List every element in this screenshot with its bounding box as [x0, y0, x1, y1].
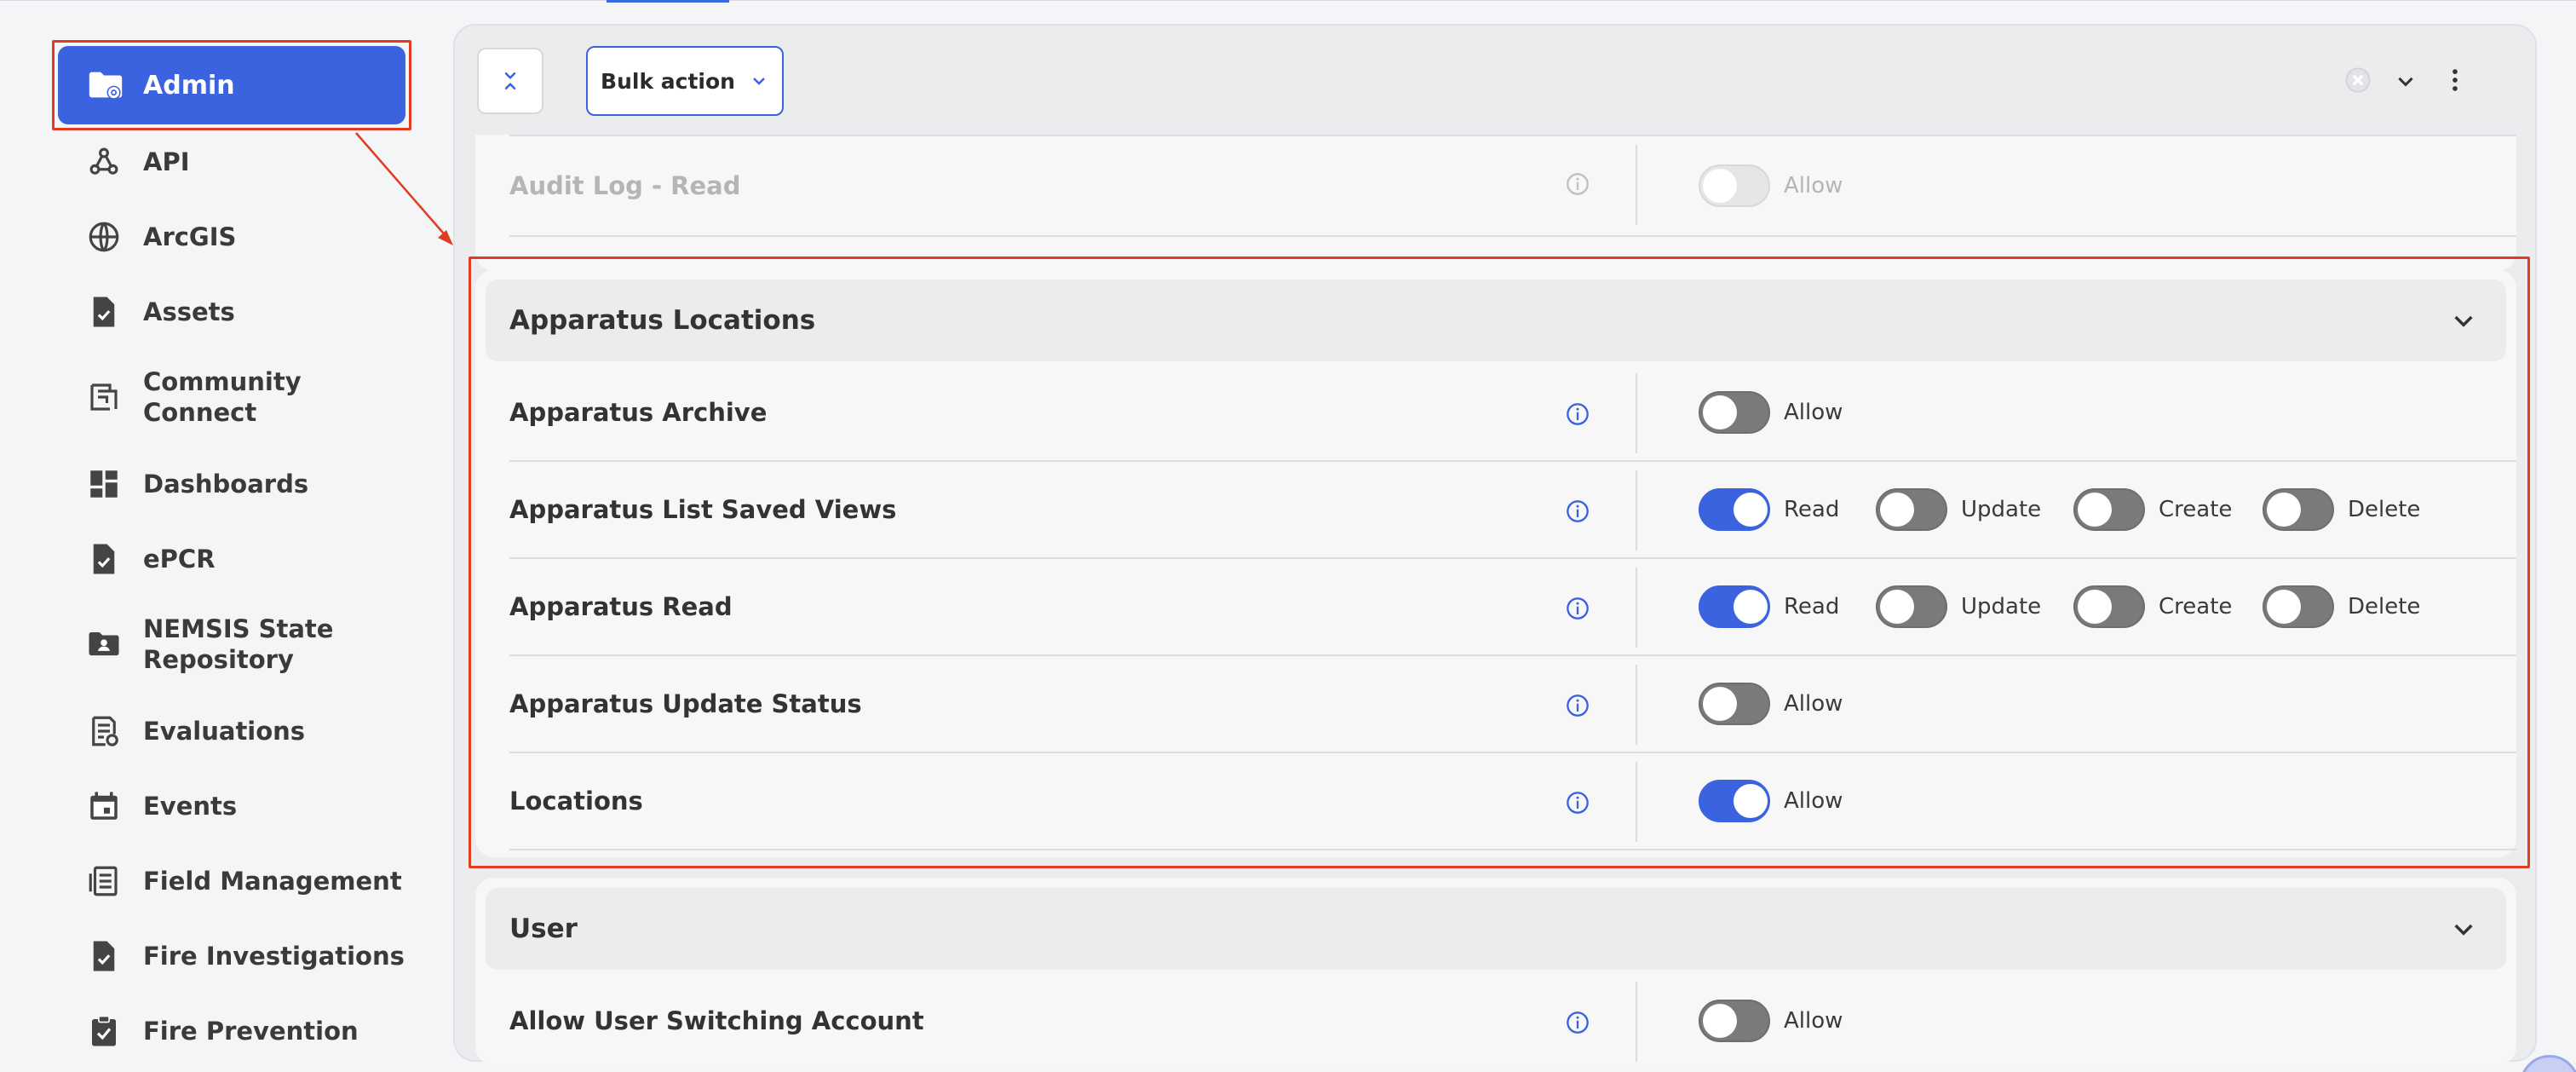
row-divider	[1636, 145, 1637, 225]
sidebar-item-epcr[interactable]: ePCR	[85, 540, 409, 578]
globe-icon	[85, 218, 123, 256]
user-section: User Allow User Switching Account Allow	[475, 878, 2516, 1065]
permission-label: Allow User Switching Account	[509, 1006, 924, 1035]
apparatus-highlight-box	[469, 256, 2530, 868]
label-line-2: Connect	[143, 398, 257, 427]
label-line-1: NEMSIS State	[143, 614, 334, 643]
sidebar-item-label: Assets	[143, 297, 235, 326]
sidebar-item-field-management[interactable]: Field Management	[85, 862, 409, 900]
sidebar-item-label: ePCR	[143, 545, 216, 573]
folder-gear-icon	[85, 65, 126, 106]
more-options-icon[interactable]	[2433, 58, 2477, 102]
sidebar-item-label: Dashboards	[143, 470, 309, 499]
clear-icon[interactable]	[2336, 58, 2380, 102]
audit-section: Audit Log - Read Allow	[475, 135, 2516, 271]
sidebar-item-fire-investigations[interactable]: Fire Investigations	[85, 937, 409, 975]
sidebar-item-label: ArcGIS	[143, 222, 237, 251]
sidebar-item-events[interactable]: Events	[85, 787, 409, 825]
chevron-down-icon[interactable]	[2450, 915, 2477, 942]
bulk-action-label: Bulk action	[601, 68, 735, 94]
toggle-knob	[1703, 169, 1737, 203]
sidebar-item-label: Events	[143, 792, 238, 821]
sidebar-item-admin[interactable]: Admin	[58, 46, 405, 124]
sidebar-item-label: Field Management	[143, 867, 402, 896]
permission-label: Audit Log - Read	[509, 171, 741, 200]
webhook-icon	[85, 143, 123, 181]
info-icon[interactable]	[1566, 1011, 1590, 1035]
avatar[interactable]	[2520, 1055, 2576, 1072]
collapse-icon	[504, 72, 516, 89]
file-check-icon	[85, 293, 123, 331]
sidebar-item-label: Community Connect	[143, 366, 302, 428]
allow-toggle[interactable]	[1699, 164, 1770, 207]
sidebar-item-label: Fire Investigations	[143, 942, 405, 971]
toggle-label: Allow	[1784, 173, 1843, 199]
bulk-action-button[interactable]: Bulk action	[586, 46, 784, 116]
toggle-knob	[1703, 1004, 1737, 1038]
sidebar-item-label: NEMSIS State Repository	[143, 614, 333, 675]
label-line-1: Community	[143, 367, 302, 396]
permission-allow: Allow	[1699, 136, 1843, 235]
evaluation-icon	[85, 712, 123, 750]
active-tab-indicator	[607, 0, 729, 3]
clipboard-check-icon	[85, 1012, 123, 1050]
sidebar-item-label: Fire Prevention	[143, 1017, 359, 1046]
sidebar-item-dashboards[interactable]: Dashboards	[85, 465, 409, 503]
field-management-icon	[85, 862, 123, 900]
chevron-down-icon	[753, 78, 765, 85]
file-check-icon	[85, 540, 123, 578]
sidebar-item-label: API	[143, 147, 190, 176]
calendar-icon	[85, 787, 123, 825]
section-header[interactable]: User	[486, 888, 2506, 970]
permission-allow: Allow	[1699, 973, 1843, 1069]
sidebar-item-api[interactable]: API	[85, 143, 409, 181]
sidebar-item-assets[interactable]: Assets	[85, 293, 409, 331]
community-icon	[85, 378, 123, 416]
folder-user-icon	[85, 625, 123, 663]
sidebar-item-nemsis[interactable]: NEMSIS State Repository	[85, 614, 409, 675]
toolbar: Bulk action	[455, 26, 2535, 136]
label-line-2: Repository	[143, 645, 294, 674]
allow-toggle[interactable]	[1699, 1000, 1770, 1042]
collapse-all-button[interactable]	[477, 48, 543, 114]
sort-icon[interactable]	[2383, 58, 2428, 102]
sidebar-item-evaluations[interactable]: Evaluations	[85, 712, 409, 750]
row-divider	[1636, 982, 1637, 1062]
info-icon[interactable]	[1566, 172, 1590, 196]
dashboard-icon	[85, 465, 123, 503]
sidebar-item-label: Admin	[143, 70, 235, 101]
sidebar-item-fire-prevention[interactable]: Fire Prevention	[85, 1012, 409, 1050]
permission-row: Audit Log - Read Allow	[509, 135, 2516, 237]
sidebar-item-label: Evaluations	[143, 717, 306, 746]
section-title: User	[509, 914, 578, 944]
file-search-icon	[85, 937, 123, 975]
sidebar: Admin API ArcGIS Assets Community Connec…	[0, 0, 451, 1072]
permission-row: Allow User Switching Account Allow	[509, 973, 2516, 1070]
sidebar-item-arcgis[interactable]: ArcGIS	[85, 218, 409, 256]
toggle-label: Allow	[1784, 1008, 1843, 1034]
sidebar-item-community-connect[interactable]: Community Connect	[85, 366, 409, 428]
